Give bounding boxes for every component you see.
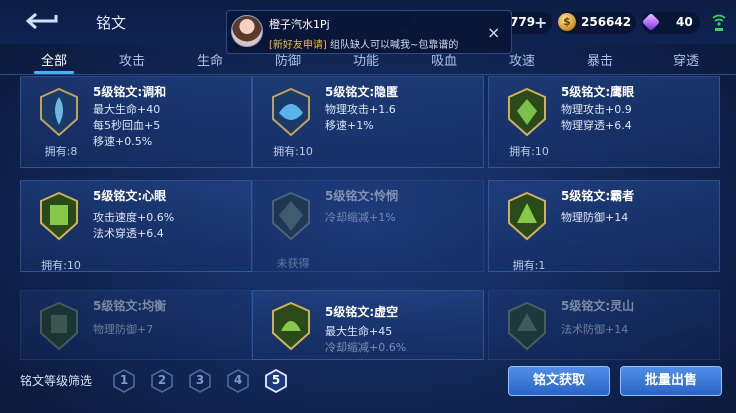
- inscription-card[interactable]: 5级铭文:灵山 法术防御+14: [488, 290, 720, 360]
- close-icon[interactable]: ×: [487, 23, 500, 42]
- level-filter-3[interactable]: 3: [188, 369, 212, 393]
- level-filter-label: 铭文等级筛选: [20, 374, 93, 388]
- inscription-badge-icon: [40, 191, 78, 241]
- currency-count: 779: [510, 15, 536, 29]
- notification-tag: [新好友申请]: [269, 40, 327, 51]
- level-filter-1[interactable]: 1: [112, 369, 136, 393]
- owned-count: 未获得: [276, 257, 310, 270]
- inscription-name: 5级铭文:灵山: [561, 299, 635, 313]
- inscription-stat: 物理攻击+1.6: [325, 103, 396, 116]
- page-title: 铭文: [96, 14, 127, 32]
- inscription-badge-icon: [508, 87, 546, 137]
- tab-crit[interactable]: 暴击: [580, 50, 620, 69]
- inscription-badge-icon: [40, 301, 78, 351]
- inscription-stat: 物理攻击+0.9: [561, 103, 632, 116]
- inscription-stat: 最大生命+40: [93, 103, 161, 116]
- bulk-sell-button[interactable]: 批量出售: [620, 366, 722, 396]
- inscription-name: 5级铭文:怜悯: [325, 189, 399, 203]
- inscription-stat: 物理防御+7: [93, 323, 154, 336]
- inscription-badge-icon: [272, 87, 310, 137]
- inscription-name: 5级铭文:均衡: [93, 299, 167, 313]
- inscription-card[interactable]: 5级铭文:心眼 攻击速度+0.6% 法术穿透+6.4 拥有:10: [20, 180, 252, 272]
- notification-message: [新好友申请] 组队缺人可以喊我~包靠谱的: [269, 36, 458, 51]
- owned-count: 拥有:10: [41, 259, 81, 272]
- wifi-icon: [712, 14, 726, 31]
- inscription-name: 5级铭文:调和: [93, 85, 167, 99]
- inscription-stat: 移速+1%: [325, 119, 374, 132]
- inscription-card[interactable]: 5级铭文:调和 最大生命+40 每5秒回血+5 移速+0.5% 拥有:8: [20, 76, 252, 168]
- owned-count: 拥有:10: [509, 145, 549, 158]
- owned-count: 拥有:1: [512, 259, 546, 272]
- inscription-stat: 最大生命+45: [325, 325, 393, 338]
- inscription-stat: 移速+0.5%: [93, 135, 153, 148]
- inscription-name: 5级铭文:鹰眼: [561, 85, 635, 99]
- inscription-name: 5级铭文:虚空: [325, 305, 399, 319]
- inscription-card[interactable]: 5级铭文:隐匿 物理攻击+1.6 移速+1% 拥有:10: [252, 76, 484, 168]
- inscription-stat: 法术穿透+6.4: [93, 227, 164, 240]
- inscription-name: 5级铭文:霸者: [561, 189, 635, 203]
- friend-request-notification[interactable]: 橙子汽水1Pj [新好友申请] 组队缺人可以喊我~包靠谱的 ×: [226, 10, 512, 54]
- level-filter-5[interactable]: 5: [264, 369, 288, 393]
- notification-text: 组队缺人可以喊我~包靠谱的: [330, 40, 459, 51]
- tab-attack[interactable]: 攻击: [112, 50, 152, 69]
- acquire-inscription-button[interactable]: 铭文获取: [508, 366, 610, 396]
- owned-count: 拥有:10: [273, 145, 313, 158]
- gem-count: 40: [676, 15, 693, 29]
- inscription-stat: 每5秒回血+5: [93, 119, 161, 132]
- inscription-badge-icon: [272, 301, 310, 351]
- inscription-badge-icon: [508, 301, 546, 351]
- inscription-stat: 冷却缩减+0.6%: [325, 341, 407, 354]
- inscription-name: 5级铭文:心眼: [93, 189, 167, 203]
- inscription-badge-icon: [508, 191, 546, 241]
- inscription-name: 5级铭文:隐匿: [325, 85, 399, 99]
- inscription-stat: 冷却缩减+1%: [325, 211, 396, 224]
- coin-icon: $: [558, 13, 576, 31]
- tab-penetration[interactable]: 穿透: [666, 50, 706, 69]
- avatar: [231, 15, 263, 47]
- coin-count: 256642: [581, 15, 632, 29]
- level-filter-2[interactable]: 2: [150, 369, 174, 393]
- tab-divider: [0, 74, 736, 75]
- inscription-stat: 法术防御+14: [561, 323, 629, 336]
- inscription-stat: 攻击速度+0.6%: [93, 211, 175, 224]
- inscription-card[interactable]: 5级铭文:鹰眼 物理攻击+0.9 物理穿透+6.4 拥有:10: [488, 76, 720, 168]
- notification-sender: 橙子汽水1Pj: [269, 18, 330, 31]
- inscription-card[interactable]: 5级铭文:均衡 物理防御+7: [20, 290, 252, 360]
- level-filter-4[interactable]: 4: [226, 369, 250, 393]
- tab-all[interactable]: 全部: [34, 50, 74, 69]
- inscription-badge-icon: [272, 191, 310, 241]
- inscription-badge-icon: [40, 87, 78, 137]
- inscription-card[interactable]: 5级铭文:怜悯 冷却缩减+1% 未获得: [252, 180, 484, 272]
- inscription-stat: 物理防御+14: [561, 211, 629, 224]
- inscription-card[interactable]: 5级铭文:虚空 最大生命+45 冷却缩减+0.6%: [252, 290, 484, 360]
- add-currency-icon[interactable]: +: [534, 13, 547, 32]
- inscription-stat: 物理穿透+6.4: [561, 119, 632, 132]
- tab-health[interactable]: 生命: [190, 50, 230, 69]
- inscription-card[interactable]: 5级铭文:霸者 物理防御+14 拥有:1: [488, 180, 720, 272]
- owned-count: 拥有:8: [44, 145, 78, 158]
- back-arrow-icon[interactable]: [22, 10, 62, 32]
